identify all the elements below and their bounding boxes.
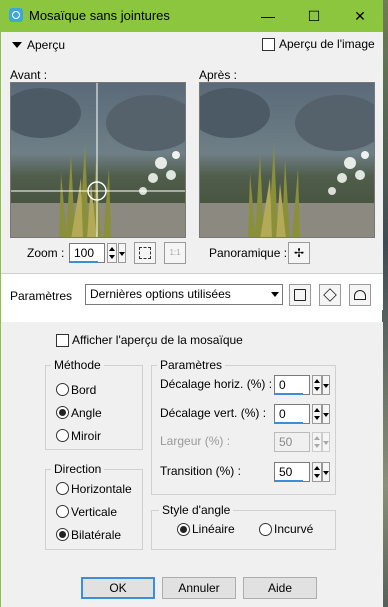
presets-label: Paramètres [10, 289, 73, 303]
direction-option-horizontale: Horizontale [71, 482, 132, 496]
corner-option-lineaire: Linéaire [192, 522, 235, 536]
parameters-group-title: Paramètres [157, 358, 226, 372]
v-offset-stepper[interactable] [312, 404, 322, 424]
collapse-arrow-icon[interactable] [12, 42, 22, 48]
method-option-miroir: Miroir [71, 429, 101, 443]
show-image-preview-checkbox[interactable] [262, 38, 275, 51]
v-offset-dropdown[interactable] [322, 404, 330, 424]
transition-dropdown[interactable] [322, 462, 330, 482]
preview-section-label: Aperçu [27, 38, 66, 52]
transition-label: Transition (%) : [160, 464, 241, 478]
chevron-down-icon [323, 441, 329, 445]
presets-select[interactable]: Dernières options utilisées [85, 284, 283, 305]
method-group-title: Méthode [51, 358, 104, 372]
show-image-preview-label: Aperçu de l'image [279, 37, 375, 51]
method-radio-angle[interactable] [56, 406, 69, 419]
presets-selected-value: Dernières options utilisées [90, 287, 231, 301]
transition-input[interactable]: 50 [274, 462, 310, 482]
width-stepper[interactable] [312, 432, 322, 452]
direction-radio-bilaterale[interactable] [56, 528, 69, 541]
presets-bar: Paramètres Dernières options utilisées [1, 274, 383, 310]
before-label: Avant : [10, 68, 48, 82]
resource-manager-button[interactable] [319, 284, 341, 306]
direction-option-bilaterale: Bilatérale [71, 528, 122, 542]
direction-option-verticale: Verticale [71, 505, 118, 519]
zoom-label: Zoom : [27, 246, 65, 260]
v-offset-underline [275, 422, 303, 424]
zoom-fit-button[interactable] [134, 242, 156, 264]
app-icon [9, 8, 23, 22]
corner-radio-lineaire[interactable] [177, 523, 190, 536]
chevron-down-icon [119, 252, 125, 256]
title-bar[interactable]: Mosaïque sans jointures — ☐ ✕ [1, 0, 383, 32]
chevron-down-icon [271, 292, 279, 297]
after-label: Après : [199, 68, 238, 82]
after-preview-image [200, 83, 374, 237]
zoom-dropdown-button[interactable] [118, 243, 126, 263]
direction-radio-verticale[interactable] [56, 505, 69, 518]
method-radio-bord[interactable] [56, 383, 69, 396]
h-offset-underline [275, 393, 303, 395]
h-offset-label: Décalage horiz. (%) : [160, 377, 273, 391]
before-preview[interactable] [10, 82, 186, 238]
corner-radio-incurve[interactable] [259, 523, 272, 536]
close-button[interactable]: ✕ [337, 0, 383, 32]
window-title: Mosaïque sans jointures [29, 8, 170, 23]
zoom-stepper[interactable] [107, 243, 117, 263]
h-offset-input[interactable]: 0 [274, 375, 310, 395]
minimize-button[interactable]: — [245, 0, 291, 32]
cube-icon [323, 288, 337, 302]
zoom-input-underline [70, 261, 98, 263]
preview-section: Aperçu Aperçu de l'image Avant : Après : [1, 32, 383, 288]
direction-group-title: Direction [51, 462, 105, 476]
reset-icon [354, 290, 366, 300]
after-preview [199, 82, 375, 238]
width-dropdown[interactable] [322, 432, 330, 452]
corner-style-group-title: Style d'angle [159, 503, 234, 517]
show-tile-preview-label: Afficher l'aperçu de la mosaïque [72, 333, 243, 347]
cancel-button[interactable]: Annuler [162, 577, 236, 599]
save-preset-button[interactable] [289, 284, 311, 306]
fit-to-window-icon [139, 247, 151, 259]
h-offset-stepper[interactable] [312, 375, 322, 395]
h-offset-dropdown[interactable] [322, 375, 330, 395]
options-panel: Afficher l'aperçu de la mosaïque Méthode… [1, 322, 383, 607]
zoom-actual-size-button[interactable]: 1:1 [164, 242, 186, 264]
floppy-disk-icon [294, 289, 306, 301]
pan-move-icon[interactable]: ✢ [288, 242, 310, 264]
direction-radio-horizontale[interactable] [56, 482, 69, 495]
chevron-down-icon [323, 471, 329, 475]
reset-defaults-button[interactable] [349, 284, 371, 306]
maximize-button[interactable]: ☐ [291, 0, 337, 32]
method-option-angle: Angle [71, 406, 102, 420]
v-offset-label: Décalage vert. (%) : [160, 406, 267, 420]
width-input[interactable]: 50 [274, 432, 310, 452]
method-option-bord: Bord [71, 383, 97, 397]
zoom-input[interactable]: 100 [69, 243, 105, 263]
width-label: Largeur (%) : [160, 434, 231, 448]
before-preview-image [11, 83, 185, 237]
dialog-window: Mosaïque sans jointures — ☐ ✕ Aperçu Ape… [0, 0, 383, 607]
chevron-down-icon [323, 413, 329, 417]
corner-option-incurve: Incurvé [274, 522, 314, 536]
chevron-down-icon [323, 384, 329, 388]
help-button[interactable]: Aide [243, 577, 317, 599]
method-radio-miroir[interactable] [56, 429, 69, 442]
v-offset-input[interactable]: 0 [274, 404, 310, 424]
show-tile-preview-checkbox[interactable] [56, 334, 69, 347]
transition-underline [275, 480, 303, 482]
transition-stepper[interactable] [312, 462, 322, 482]
pan-label: Panoramique : [209, 246, 288, 260]
ok-button[interactable]: OK [81, 577, 155, 599]
